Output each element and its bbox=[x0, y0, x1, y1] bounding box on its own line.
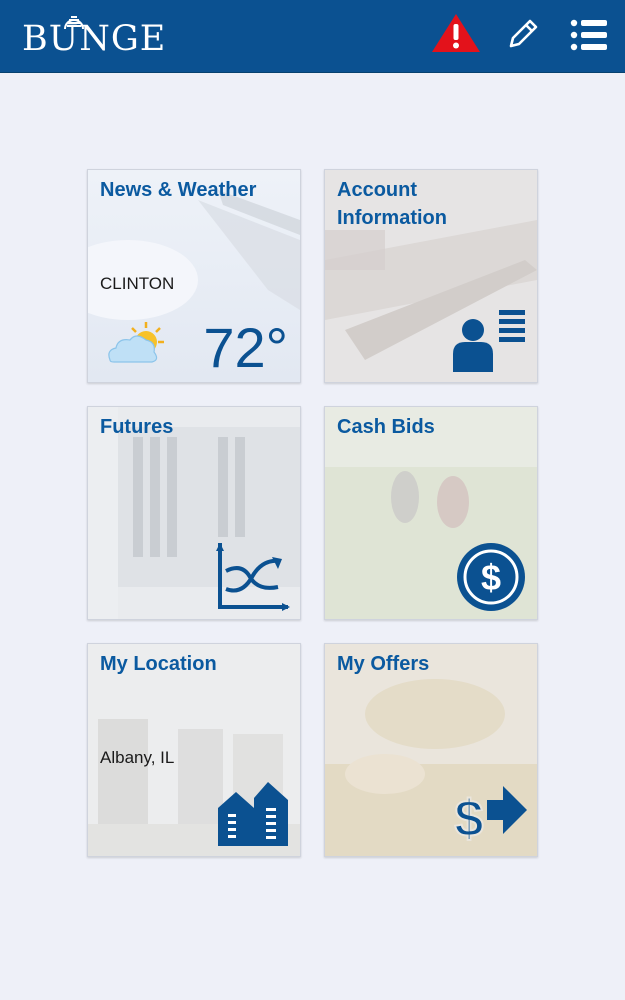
warning-triangle-icon[interactable] bbox=[430, 12, 482, 54]
tile-title: News & Weather bbox=[100, 179, 257, 201]
partly-cloudy-icon bbox=[108, 322, 164, 363]
tile-title: Futures bbox=[100, 416, 174, 438]
dollar-circle-icon: $ bbox=[457, 543, 525, 611]
tile-title: Cash Bids bbox=[337, 416, 435, 438]
logo-text: BUNGE bbox=[22, 19, 167, 59]
tile-title: Account Information bbox=[337, 179, 447, 229]
tile-futures[interactable]: Futures bbox=[87, 406, 301, 620]
user-profile-icon bbox=[453, 310, 525, 372]
top-bar: BUNGE bbox=[0, 0, 625, 73]
grain-elevator-icon bbox=[218, 782, 288, 846]
tile-my-offers[interactable]: My Offers $ bbox=[324, 643, 538, 857]
temperature: 72° bbox=[203, 316, 288, 379]
pencil-icon[interactable] bbox=[505, 16, 541, 52]
tile-news-weather[interactable]: News & Weather CLINTON 72° bbox=[87, 169, 301, 383]
bunge-logo[interactable]: BUNGE bbox=[22, 9, 202, 57]
list-menu-icon[interactable] bbox=[570, 18, 608, 52]
tile-title: My Offers bbox=[337, 653, 430, 675]
dollar-arrow-icon: $ bbox=[454, 786, 527, 844]
tile-title: My Location bbox=[100, 653, 217, 675]
location-name: Albany, IL bbox=[100, 748, 175, 767]
tile-account-information[interactable]: Account Information bbox=[324, 169, 538, 383]
svg-text:$: $ bbox=[481, 557, 501, 598]
tile-cash-bids[interactable]: Cash Bids $ bbox=[324, 406, 538, 620]
tile-my-location[interactable]: My Location Albany, IL bbox=[87, 643, 301, 857]
weather-location: CLINTON bbox=[100, 274, 175, 293]
chart-trend-icon bbox=[216, 543, 290, 611]
svg-text:$: $ bbox=[455, 790, 484, 844]
